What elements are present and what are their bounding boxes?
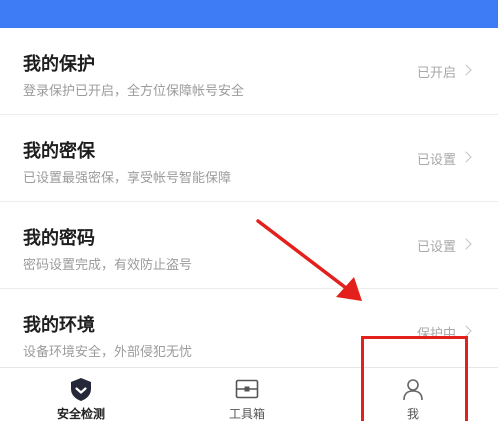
row-my-password[interactable]: 我的密码 密码设置完成，有效防止盗号 已设置 [0,202,498,289]
shield-icon [68,376,94,402]
header-bar [0,0,498,28]
row-description: 密码设置完成，有效防止盗号 [23,258,193,273]
chevron-right-icon [460,64,472,76]
row-title: 我的密保 [23,141,95,162]
row-description: 设备环境安全，外部侵犯无忧 [23,345,193,360]
row-title: 我的环境 [23,315,95,336]
row-status: 已设置 [416,240,456,255]
row-status: 已开启 [416,66,456,81]
tab-label: 工具箱 [228,407,265,421]
chevron-right-icon [460,238,472,250]
annotation-arrow [256,219,362,301]
toolbox-icon [234,376,260,402]
row-my-protection[interactable]: 我的保护 登录保护已开启，全方位保障帐号安全 已开启 [0,28,498,115]
tab-label: 安全检测 [56,407,105,421]
chevron-right-icon [460,325,472,337]
row-title: 我的密码 [23,228,95,249]
chevron-right-icon [460,151,472,163]
tab-security-check[interactable]: 安全检测 [26,368,136,424]
row-title: 我的保护 [23,54,95,75]
row-description: 已设置最强密保，享受帐号智能保障 [23,171,232,186]
security-list: 我的保护 登录保护已开启，全方位保障帐号安全 已开启 我的密保 已设置最强密保，… [0,28,498,375]
annotation-highlight-box [361,336,468,421]
tab-toolbox[interactable]: 工具箱 [192,368,302,424]
row-my-security-question[interactable]: 我的密保 已设置最强密保，享受帐号智能保障 已设置 [0,115,498,202]
row-description: 登录保护已开启，全方位保障帐号安全 [23,84,245,99]
row-status: 已设置 [416,153,456,168]
